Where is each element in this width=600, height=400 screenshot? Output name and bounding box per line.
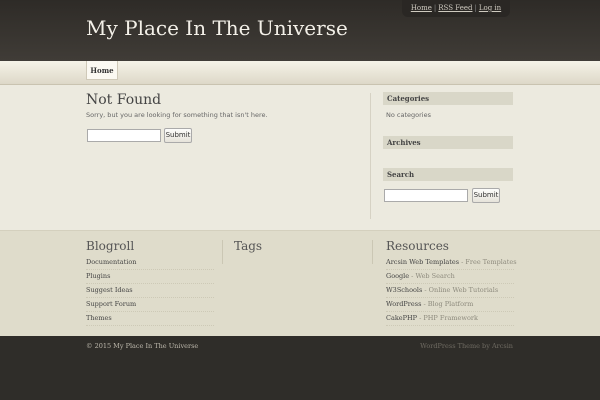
- rss-feed-link[interactable]: RSS Feed: [438, 4, 472, 12]
- column-divider: [370, 93, 371, 219]
- log-in-link[interactable]: Log in: [479, 4, 501, 12]
- resource-link[interactable]: Google: [386, 272, 409, 280]
- site-title[interactable]: My Place In The Universe: [86, 16, 348, 40]
- resource-link[interactable]: Arcsin Web Templates: [386, 258, 459, 266]
- list-item[interactable]: CakePHP - PHP Framework: [386, 312, 514, 326]
- search-input[interactable]: [87, 129, 161, 142]
- blogroll-link[interactable]: Themes: [86, 314, 112, 322]
- site-header: Home | RSS Feed | Log in My Place In The Uni…: [0, 0, 600, 61]
- column-divider: [222, 240, 223, 264]
- link-separator: |: [474, 4, 477, 12]
- list-item[interactable]: Google - Web Search: [386, 270, 514, 284]
- sidebar-search-input[interactable]: [384, 189, 468, 202]
- categories-empty-text: No categories: [386, 111, 431, 119]
- footer-widgets: Blogroll Tags Resources Documentation Pl…: [0, 230, 600, 336]
- nav-tab-home[interactable]: Home: [86, 61, 118, 80]
- not-found-message: Sorry, but you are looking for something…: [86, 111, 268, 119]
- site-footer: © 2015 My Place In The Universe WordPres…: [0, 336, 600, 400]
- categories-heading: Categories: [383, 92, 513, 105]
- list-item[interactable]: Documentation: [86, 256, 214, 270]
- resources-list: Arcsin Web Templates - Free Templates Go…: [386, 256, 517, 326]
- list-item[interactable]: Arcsin Web Templates - Free Templates: [386, 256, 517, 270]
- list-item[interactable]: WordPress - Blog Platform: [386, 298, 514, 312]
- resources-heading: Resources: [386, 239, 449, 253]
- copyright-text: © 2015 My Place In The Universe: [86, 342, 199, 350]
- theme-credit-link[interactable]: WordPress Theme by Arcsin: [420, 342, 513, 350]
- list-item[interactable]: Themes: [86, 312, 214, 326]
- resource-link[interactable]: WordPress: [386, 300, 421, 308]
- blogroll-link[interactable]: Plugins: [86, 272, 110, 280]
- home-link[interactable]: Home: [411, 4, 432, 12]
- resource-description: - Free Templates: [459, 258, 517, 266]
- blogroll-link[interactable]: Documentation: [86, 258, 136, 266]
- column-divider: [372, 240, 373, 264]
- resource-description: - Blog Platform: [421, 300, 474, 308]
- link-separator: |: [433, 4, 437, 12]
- list-item[interactable]: Suggest Ideas: [86, 284, 214, 298]
- blogroll-heading: Blogroll: [86, 239, 135, 253]
- tags-heading: Tags: [234, 239, 263, 253]
- blogroll-link[interactable]: Support Forum: [86, 300, 136, 308]
- top-links: Home | RSS Feed | Log in: [402, 0, 510, 17]
- resource-description: - PHP Framework: [417, 314, 478, 322]
- search-submit-button[interactable]: Submit: [164, 128, 192, 143]
- content-area: Not Found Sorry, but you are looking for…: [0, 85, 600, 230]
- resource-description: - Web Search: [409, 272, 455, 280]
- blogroll-list: Documentation Plugins Suggest Ideas Supp…: [86, 256, 214, 326]
- list-item[interactable]: W3Schools - Online Web Tutorials: [386, 284, 514, 298]
- blogroll-link[interactable]: Suggest Ideas: [86, 286, 133, 294]
- resource-link[interactable]: W3Schools: [386, 286, 422, 294]
- archives-heading: Archives: [383, 136, 513, 149]
- list-item[interactable]: Support Forum: [86, 298, 214, 312]
- resource-description: - Online Web Tutorials: [422, 286, 499, 294]
- resource-link[interactable]: CakePHP: [386, 314, 417, 322]
- main-nav: Home: [0, 61, 600, 85]
- page-title: Not Found: [86, 92, 162, 108]
- sidebar-search-submit-button[interactable]: Submit: [472, 188, 500, 203]
- search-heading: Search: [383, 168, 513, 181]
- list-item[interactable]: Plugins: [86, 270, 214, 284]
